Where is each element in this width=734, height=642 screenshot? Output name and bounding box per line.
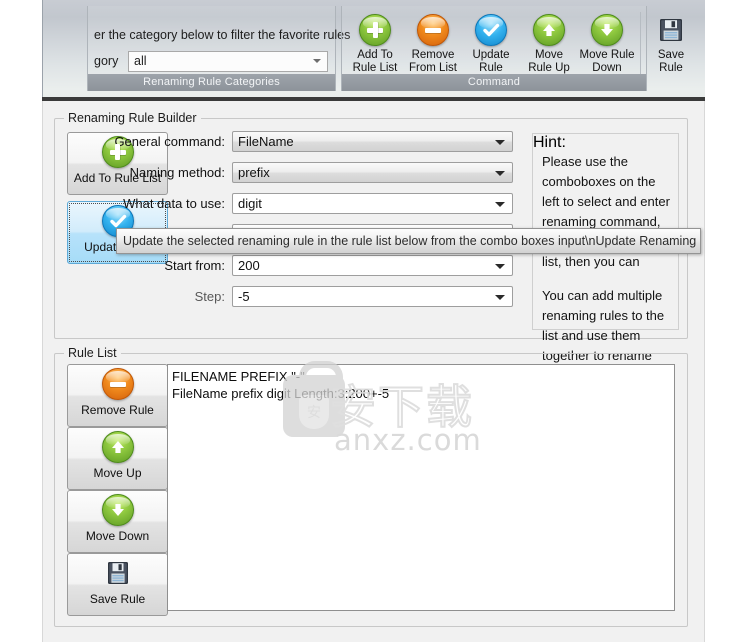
ribbon-group-caption: Renaming Rule Categories bbox=[88, 74, 335, 91]
naming-method-combobox[interactable]: prefix bbox=[232, 162, 513, 183]
chevron-down-icon bbox=[313, 59, 321, 63]
ribbon-button-label-line2: Down bbox=[592, 62, 622, 74]
category-combobox[interactable]: all bbox=[128, 51, 328, 72]
app-window: er the category below to filter the favo… bbox=[0, 0, 734, 642]
chevron-down-icon bbox=[495, 295, 505, 300]
category-combobox-value: all bbox=[134, 54, 147, 68]
arrow-up-circle-icon bbox=[520, 12, 578, 48]
toolbar-separator bbox=[640, 12, 641, 74]
step-combobox[interactable]: -5 bbox=[232, 286, 513, 307]
ribbon-button-label-line2: Rule List bbox=[352, 62, 398, 74]
command-button-strip: Add To Rule List Remove From List Update… bbox=[346, 8, 697, 75]
check-circle-icon bbox=[462, 12, 520, 48]
floppy-disk-icon bbox=[645, 12, 697, 48]
floppy-disk-icon bbox=[68, 554, 167, 592]
step-label: Step: bbox=[194, 289, 225, 304]
rule-list-textarea[interactable]: FILENAME PREFIX "-" FileName prefix digi… bbox=[167, 364, 675, 611]
renaming-rule-builder-legend: Renaming Rule Builder bbox=[64, 111, 201, 125]
chevron-down-icon bbox=[495, 202, 505, 207]
ribbon-group-caption: Command bbox=[342, 74, 646, 91]
what-data-to-use-combobox[interactable]: digit bbox=[232, 193, 513, 214]
what-data-to-use-value: digit bbox=[238, 196, 262, 211]
ribbon-bar: er the category below to filter the favo… bbox=[42, 0, 706, 97]
ribbon-move-rule-up-button[interactable]: Move Rule Up bbox=[520, 8, 578, 75]
rule-list-group: Rule List Remove Rule Move Up Move Down … bbox=[54, 346, 688, 627]
ribbon-button-label-line1: Remove bbox=[411, 49, 455, 61]
ribbon-group-command: Add To Rule List Remove From List Update… bbox=[341, 6, 684, 91]
window-right-margin bbox=[705, 101, 734, 642]
ribbon-remove-from-list-button[interactable]: Remove From List bbox=[404, 8, 462, 75]
ribbon-button-label-line1: Add To bbox=[357, 49, 393, 61]
plus-circle-icon bbox=[346, 12, 404, 48]
start-from-value: 200 bbox=[238, 258, 260, 273]
save-rule-button-label: Save Rule bbox=[89, 592, 146, 606]
ribbon-save-rule-button[interactable]: Save Rule bbox=[645, 8, 697, 75]
move-up-button[interactable]: Move Up bbox=[67, 427, 168, 490]
ribbon-button-label-line1: Move bbox=[534, 49, 564, 61]
category-label: gory bbox=[94, 54, 119, 68]
tooltip: Update the selected renaming rule in the… bbox=[116, 228, 701, 254]
chevron-down-icon bbox=[495, 171, 505, 176]
ribbon-button-label-line2: From List bbox=[409, 62, 457, 74]
ribbon-button-label-line2: Rule bbox=[479, 62, 503, 74]
rule-list-legend: Rule List bbox=[64, 346, 121, 360]
general-command-value: FileName bbox=[238, 134, 294, 149]
rule-list-line: FILENAME PREFIX "-" bbox=[172, 369, 305, 384]
ribbon-group-renaming-rule-categories: er the category below to filter the favo… bbox=[87, 6, 350, 91]
save-rule-button[interactable]: Save Rule bbox=[67, 553, 168, 616]
remove-rule-button[interactable]: Remove Rule bbox=[67, 364, 168, 427]
hint-legend: Hint: bbox=[533, 134, 678, 152]
ribbon-update-rule-button[interactable]: Update Rule bbox=[462, 8, 520, 75]
arrow-up-circle-icon bbox=[68, 428, 167, 466]
ribbon-add-to-rule-list-button[interactable]: Add To Rule List bbox=[346, 8, 404, 75]
ribbon-button-label-line2: Rule Up bbox=[528, 62, 570, 74]
ribbon-button-label-line1: Move Rule bbox=[579, 49, 635, 61]
remove-rule-button-label: Remove Rule bbox=[81, 403, 154, 417]
chevron-down-icon bbox=[495, 140, 505, 145]
chevron-down-icon bbox=[495, 264, 505, 269]
naming-method-label: Naming method: bbox=[129, 165, 225, 180]
move-down-button[interactable]: Move Down bbox=[67, 490, 168, 553]
category-filter-hint: er the category below to filter the favo… bbox=[94, 28, 351, 42]
ribbon-button-label-line2: Rule bbox=[659, 62, 683, 74]
minus-circle-icon bbox=[404, 12, 462, 48]
arrow-down-circle-icon bbox=[578, 12, 636, 48]
move-down-button-label: Move Down bbox=[85, 529, 150, 543]
client-area: Renaming Rule Builder Add To Rule List U… bbox=[42, 101, 705, 642]
arrow-down-circle-icon bbox=[68, 491, 167, 529]
naming-method-value: prefix bbox=[238, 165, 270, 180]
ribbon-move-rule-down-button[interactable]: Move Rule Down bbox=[578, 8, 636, 75]
rule-list-line: FileName prefix digit Length:3:200+-5 bbox=[172, 386, 390, 401]
start-from-combobox[interactable]: 200 bbox=[232, 255, 513, 276]
hint-paragraph: Please use the comboboxes on the left to… bbox=[542, 154, 670, 269]
general-command-combobox[interactable]: FileName bbox=[232, 131, 513, 152]
minus-circle-icon bbox=[68, 365, 167, 403]
step-value: -5 bbox=[238, 289, 250, 304]
move-up-button-label: Move Up bbox=[93, 466, 142, 480]
start-from-label: Start from: bbox=[164, 258, 225, 273]
ribbon-button-label-line1: Update bbox=[472, 49, 510, 61]
window-right-margin-top bbox=[705, 0, 734, 101]
ribbon-button-label-line1: Save bbox=[657, 49, 685, 61]
